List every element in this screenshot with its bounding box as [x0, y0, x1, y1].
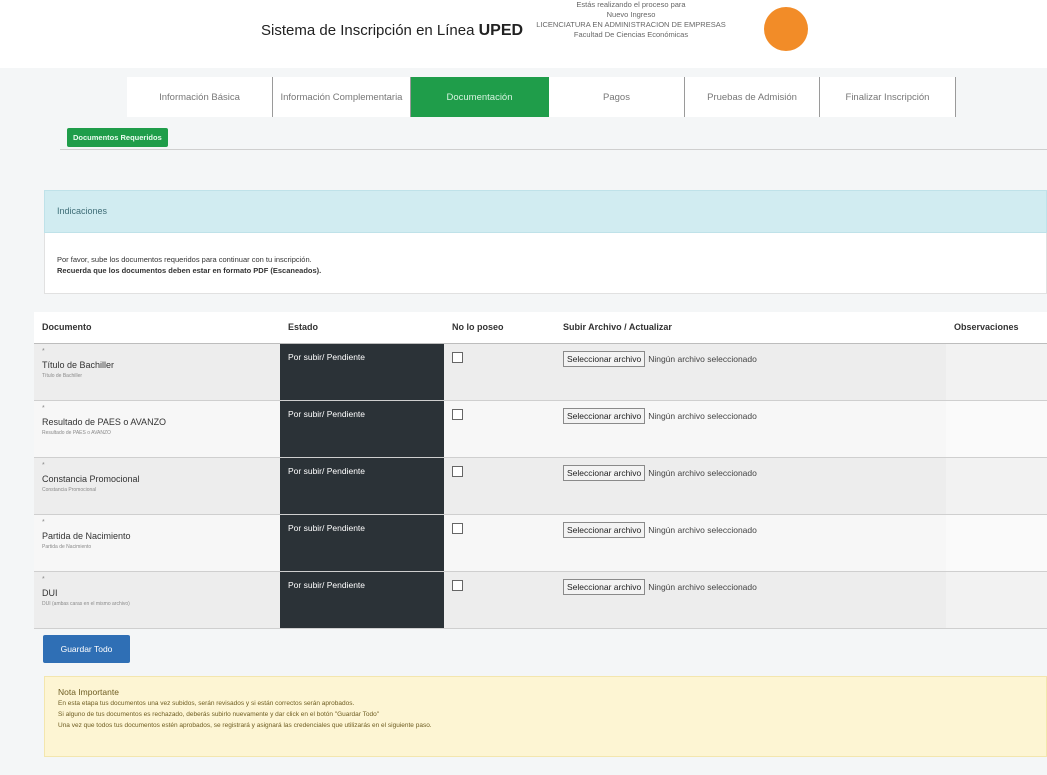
- column-header-no-lo-poseo: No lo poseo: [444, 312, 555, 344]
- table-row: * Constancia Promocional Constancia Prom…: [34, 457, 1047, 515]
- no-lo-poseo-checkbox[interactable]: [452, 351, 463, 363]
- note-line: Si alguno de tus documentos es rechazado…: [58, 711, 380, 718]
- documents-table: Documento Estado No lo poseo Subir Archi…: [34, 312, 1047, 629]
- app-header: Sistema de Inscripción en Línea UPED Est…: [0, 0, 1047, 68]
- document-description: Constancia Promocional: [42, 486, 97, 493]
- upload-cell: Seleccionar archivo Ningún archivo selecc…: [555, 343, 946, 401]
- indications-format-text: Recuerda que los documentos deben estar …: [57, 266, 322, 275]
- select-file-button[interactable]: Seleccionar archivo: [563, 521, 646, 538]
- document-name: Título de Bachiller: [42, 359, 115, 370]
- table-row: * Título de Bachiller Título de Bachille…: [34, 343, 1047, 401]
- table-row: * Partida de Nacimiento Partida de Nacim…: [34, 514, 1047, 572]
- select-file-button[interactable]: Seleccionar archivo: [563, 407, 646, 424]
- status-cell: Por subir/ Pendiente: [280, 400, 444, 458]
- enrollment-info-line: Estás realizando el proceso para: [576, 0, 686, 9]
- document-name: Partida de Nacimiento: [42, 530, 131, 541]
- required-mark: *: [42, 347, 45, 355]
- upload-cell: Seleccionar archivo Ningún archivo selecc…: [555, 514, 946, 572]
- status-cell: Por subir/ Pendiente: [280, 571, 444, 629]
- no-lo-poseo-cell: [444, 343, 555, 401]
- table-header-row: Documento Estado No lo poseo Subir Archi…: [34, 312, 1047, 344]
- column-header-estado: Estado: [280, 312, 444, 344]
- file-status-text: Ningún archivo seleccionado: [648, 524, 757, 535]
- document-name: DUI: [42, 587, 58, 598]
- document-cell: * Título de Bachiller Título de Bachille…: [34, 343, 280, 401]
- file-status-text: Ningún archivo seleccionado: [648, 353, 757, 364]
- no-lo-poseo-cell: [444, 400, 555, 458]
- indications-text: Por favor, sube los documentos requerido…: [57, 255, 312, 264]
- upload-cell: Seleccionar archivo Ningún archivo selecc…: [555, 571, 946, 629]
- file-status-text: Ningún archivo seleccionado: [648, 410, 757, 421]
- subtab-documentos-requeridos[interactable]: Documentos Requeridos: [67, 128, 168, 147]
- required-mark: *: [42, 575, 45, 583]
- select-file-button[interactable]: Seleccionar archivo: [563, 350, 646, 367]
- status-cell: Por subir/ Pendiente: [280, 514, 444, 572]
- document-cell: * Partida de Nacimiento Partida de Nacim…: [34, 514, 280, 572]
- tab-finalizar-inscripcion[interactable]: Finalizar Inscripción: [820, 77, 956, 117]
- select-file-button[interactable]: Seleccionar archivo: [563, 464, 646, 481]
- observations-cell: [946, 457, 1047, 515]
- page-title: Sistema de Inscripción en Línea UPED: [261, 22, 523, 40]
- tab-documentacion[interactable]: Documentación: [411, 77, 549, 117]
- column-header-subir-archivo: Subir Archivo / Actualizar: [555, 312, 946, 344]
- indications-header: Indicaciones: [44, 190, 1047, 233]
- required-mark: *: [42, 518, 45, 526]
- no-lo-poseo-checkbox[interactable]: [452, 522, 463, 534]
- enrollment-info-line: LICENCIATURA EN ADMINISTRACION DE EMPRES…: [536, 20, 726, 29]
- important-note: Nota Importante En esta etapa tus docume…: [44, 676, 1047, 757]
- no-lo-poseo-cell: [444, 571, 555, 629]
- no-lo-poseo-checkbox[interactable]: [452, 465, 463, 477]
- observations-cell: [946, 343, 1047, 401]
- document-name: Resultado de PAES o AVANZO: [42, 416, 167, 427]
- subtab-bar: Documentos Requeridos: [60, 126, 1047, 150]
- document-cell: * DUI DUI (ambas caras en el mismo archi…: [34, 571, 280, 629]
- column-header-documento: Documento: [34, 312, 280, 344]
- observations-cell: [946, 571, 1047, 629]
- save-all-button[interactable]: Guardar Todo: [43, 635, 130, 663]
- select-file-button[interactable]: Seleccionar archivo: [563, 578, 646, 595]
- required-mark: *: [42, 461, 45, 469]
- file-status-text: Ningún archivo seleccionado: [648, 467, 757, 478]
- no-lo-poseo-cell: [444, 457, 555, 515]
- document-description: DUI (ambas caras en el mismo archivo): [42, 600, 130, 607]
- no-lo-poseo-cell: [444, 514, 555, 572]
- file-status-text: Ningún archivo seleccionado: [648, 581, 757, 592]
- upload-cell: Seleccionar archivo Ningún archivo selecc…: [555, 457, 946, 515]
- no-lo-poseo-checkbox[interactable]: [452, 579, 463, 591]
- tab-pruebas-admision[interactable]: Pruebas de Admisión: [685, 77, 820, 117]
- column-header-observaciones: Observaciones: [946, 312, 1047, 344]
- required-mark: *: [42, 404, 45, 412]
- table-row: * Resultado de PAES o AVANZO Resultado d…: [34, 400, 1047, 458]
- note-title: Nota Importante: [58, 687, 119, 697]
- wizard-tabs: Información Básica Información Complemen…: [127, 77, 956, 117]
- note-line: Una vez que todos tus documentos estén a…: [58, 722, 432, 729]
- observations-cell: [946, 400, 1047, 458]
- tab-informacion-basica[interactable]: Información Básica: [127, 77, 273, 117]
- table-row: * DUI DUI (ambas caras en el mismo archi…: [34, 571, 1047, 629]
- document-cell: * Constancia Promocional Constancia Prom…: [34, 457, 280, 515]
- status-cell: Por subir/ Pendiente: [280, 343, 444, 401]
- tab-informacion-complementaria[interactable]: Información Complementaria: [273, 77, 411, 117]
- no-lo-poseo-checkbox[interactable]: [452, 408, 463, 420]
- document-name: Constancia Promocional: [42, 473, 140, 484]
- enrollment-info-line: Facultad De Ciencias Económicas: [573, 30, 689, 39]
- enrollment-info-line: Nuevo Ingreso: [606, 10, 656, 19]
- avatar[interactable]: [764, 7, 808, 51]
- status-cell: Por subir/ Pendiente: [280, 457, 444, 515]
- upload-cell: Seleccionar archivo Ningún archivo selecc…: [555, 400, 946, 458]
- tab-pagos[interactable]: Pagos: [549, 77, 685, 117]
- note-line: En esta etapa tus documentos una vez sub…: [58, 700, 355, 707]
- page-title-prefix: Sistema de Inscripción en Línea: [261, 22, 479, 39]
- document-cell: * Resultado de PAES o AVANZO Resultado d…: [34, 400, 280, 458]
- enrollment-info: Estás realizando el proceso para Nuevo I…: [506, 0, 756, 40]
- document-description: Título de Bachiller: [42, 372, 83, 379]
- observations-cell: [946, 514, 1047, 572]
- document-description: Resultado de PAES o AVANZO: [42, 429, 111, 436]
- document-description: Partida de Nacimiento: [42, 543, 92, 550]
- indications-body: Por favor, sube los documentos requerido…: [44, 233, 1047, 294]
